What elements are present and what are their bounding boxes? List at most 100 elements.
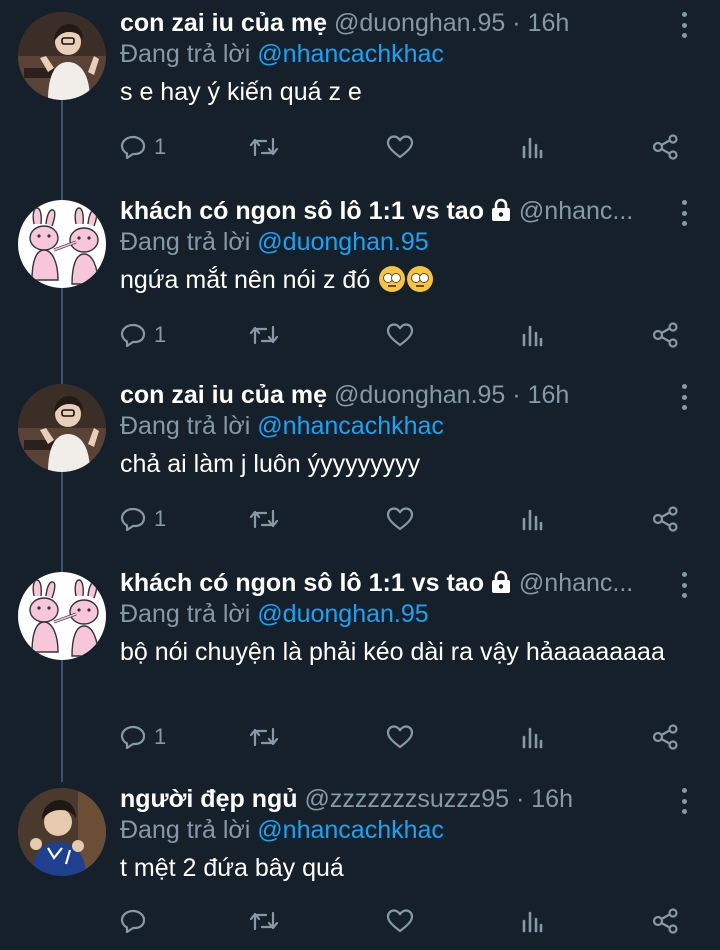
reply-button[interactable] [120, 906, 154, 936]
replying-to-label: Đang trả lời [120, 412, 251, 440]
tweet-text: t mệt 2 đứa bây quá [120, 852, 680, 885]
reply-button[interactable]: 1 [120, 722, 166, 752]
user-handle[interactable]: @nhanc... [519, 569, 633, 597]
timestamp[interactable]: 16h [528, 381, 570, 409]
avatar[interactable] [18, 200, 106, 288]
replying-to-line: Đang trả lời @nhancachkhac [120, 38, 444, 70]
view-stats-button[interactable] [520, 906, 544, 936]
timestamp[interactable]: 16h [531, 785, 573, 813]
retweet-button[interactable] [248, 722, 280, 752]
avatar[interactable] [18, 384, 106, 472]
reply-icon [120, 724, 148, 750]
reply-icon [120, 908, 148, 934]
avatar[interactable] [18, 788, 106, 876]
separator-dot: · [505, 9, 528, 37]
display-name[interactable]: khách có ngon sô lô 1:1 vs tao [120, 197, 484, 225]
tweet-text-content: s e hay ý kiến quá z e [120, 78, 362, 106]
heart-icon [386, 322, 414, 348]
more-options-icon[interactable] [672, 384, 696, 410]
replying-to-line: Đang trả lời @nhancachkhac [120, 814, 444, 846]
display-name[interactable]: người đẹp ngủ [120, 785, 298, 813]
display-name[interactable]: khách có ngon sô lô 1:1 vs tao [120, 569, 484, 597]
like-button[interactable] [386, 906, 414, 936]
mention-link[interactable]: @duonghan.95 [257, 228, 428, 256]
share-button[interactable] [652, 722, 680, 752]
share-icon [652, 908, 680, 934]
heart-icon [386, 908, 414, 934]
face-with-rolling-eyes-emoji [407, 266, 434, 292]
tweet-header: con zai iu của mẹ @duonghan.95 · 16h [120, 378, 660, 412]
more-options-icon[interactable] [672, 788, 696, 814]
share-button[interactable] [652, 906, 680, 936]
retweet-icon [248, 323, 280, 347]
mention-link[interactable]: @nhancachkhac [257, 412, 444, 440]
heart-icon [386, 724, 414, 750]
timestamp[interactable]: 16h [528, 9, 570, 37]
retweet-button[interactable] [248, 504, 280, 534]
like-button[interactable] [386, 320, 414, 350]
reply-icon [120, 322, 148, 348]
bar-chart-icon [520, 909, 544, 933]
bar-chart-icon [520, 135, 544, 159]
like-button[interactable] [386, 722, 414, 752]
view-stats-button[interactable] [520, 722, 544, 752]
more-options-icon[interactable] [672, 12, 696, 38]
user-handle[interactable]: @duonghan.95 [334, 9, 505, 37]
retweet-button[interactable] [248, 132, 280, 162]
share-button[interactable] [652, 320, 680, 350]
view-stats-button[interactable] [520, 320, 544, 350]
replying-to-label: Đang trả lời [120, 600, 251, 628]
share-icon [652, 322, 680, 348]
separator-dot: · [509, 785, 532, 813]
mention-link[interactable]: @duonghan.95 [257, 600, 428, 628]
reply-button[interactable]: 1 [120, 504, 166, 534]
more-options-icon[interactable] [672, 200, 696, 226]
replying-to-line: Đang trả lời @duonghan.95 [120, 226, 429, 258]
avatar[interactable] [18, 572, 106, 660]
like-button[interactable] [386, 132, 414, 162]
reply-count: 1 [154, 134, 167, 159]
share-icon [652, 506, 680, 532]
display-name[interactable]: con zai iu của mẹ [120, 381, 327, 409]
mention-link[interactable]: @nhancachkhac [257, 816, 444, 844]
view-stats-button[interactable] [520, 504, 544, 534]
lock-icon [484, 197, 512, 225]
tweet-text: ngứa mắt nên nói z đó [120, 264, 680, 297]
tweet-header: con zai iu của mẹ @duonghan.95 · 16h [120, 6, 660, 40]
tweet-text-content: bộ nói chuyện là phải kéo dài ra vậy hảa… [120, 638, 665, 666]
tweet-text: chả ai làm j luôn ýyyyyyyyy [120, 448, 680, 481]
reply-button[interactable]: 1 [120, 132, 166, 162]
tweet-actions [120, 906, 680, 936]
user-handle[interactable]: @nhanc... [519, 197, 633, 225]
retweet-button[interactable] [248, 320, 280, 350]
mention-link[interactable]: @nhancachkhac [257, 40, 444, 68]
tweet-header: người đẹp ngủ @zzzzzzzsuzzz95 · 16h [120, 782, 660, 816]
tweet-actions: 1 [120, 132, 680, 162]
user-handle[interactable]: @duonghan.95 [334, 381, 505, 409]
display-name[interactable]: con zai iu của mẹ [120, 9, 327, 37]
replying-to-label: Đang trả lời [120, 816, 251, 844]
tweet-actions: 1 [120, 722, 680, 752]
tweet-text-content: ngứa mắt nên nói z đó [120, 266, 371, 294]
share-icon [652, 724, 680, 750]
view-stats-button[interactable] [520, 132, 544, 162]
reply-icon [120, 506, 148, 532]
reply-count: 1 [154, 724, 167, 749]
retweet-icon [248, 725, 280, 749]
replying-to-line: Đang trả lời @nhancachkhac [120, 410, 444, 442]
share-button[interactable] [652, 132, 680, 162]
like-button[interactable] [386, 504, 414, 534]
tweet-text: bộ nói chuyện là phải kéo dài ra vậy hảa… [120, 636, 680, 669]
lock-icon [484, 569, 512, 597]
retweet-button[interactable] [248, 906, 280, 936]
reply-button[interactable]: 1 [120, 320, 166, 350]
more-options-icon[interactable] [672, 572, 696, 598]
tweet-header: khách có ngon sô lô 1:1 vs tao @nhanc... [120, 566, 660, 600]
tweet-text-content: t mệt 2 đứa bây quá [120, 854, 344, 882]
bar-chart-icon [520, 725, 544, 749]
tweet-header: khách có ngon sô lô 1:1 vs tao @nhanc... [120, 194, 660, 228]
tweet-text: s e hay ý kiến quá z e [120, 76, 680, 109]
user-handle[interactable]: @zzzzzzzsuzzz95 [304, 785, 509, 813]
share-button[interactable] [652, 504, 680, 534]
avatar[interactable] [18, 12, 106, 100]
